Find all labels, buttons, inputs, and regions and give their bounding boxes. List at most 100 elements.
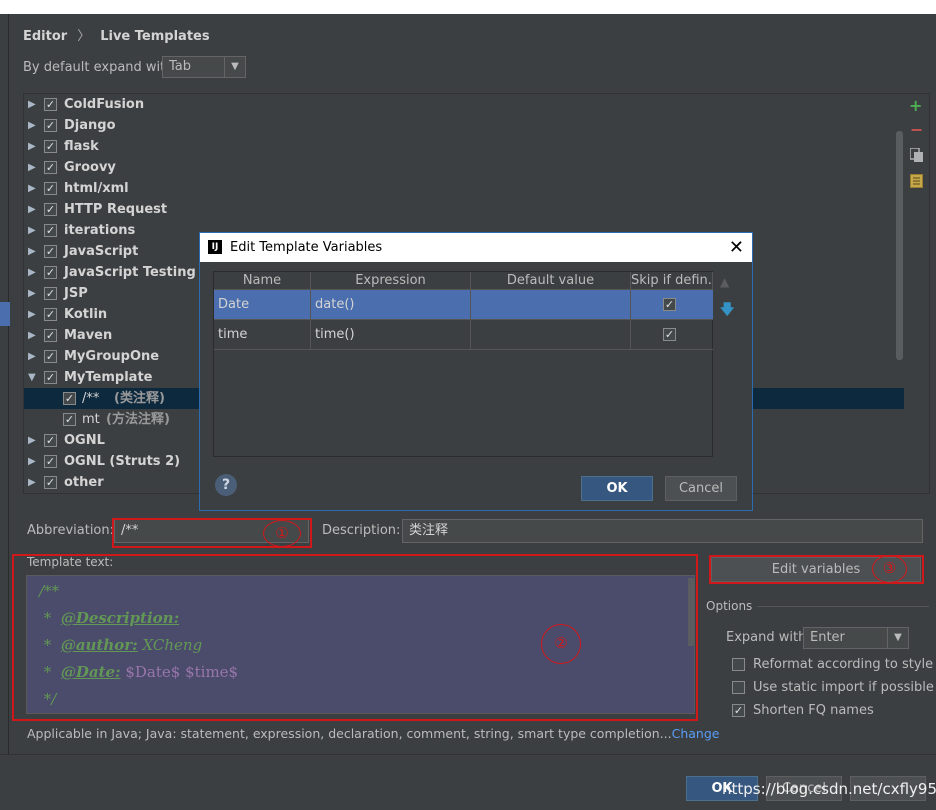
reformat-checkbox[interactable]	[732, 658, 745, 671]
expand-with-value: Tab	[169, 59, 192, 74]
template-checkbox[interactable]: ✓	[44, 266, 57, 279]
variable-row[interactable]: time time() ✓	[214, 320, 713, 350]
variable-expression-cell[interactable]: time()	[311, 320, 471, 349]
column-expression[interactable]: Expression	[311, 272, 471, 290]
skip-checkbox[interactable]: ✓	[663, 328, 676, 341]
breadcrumb-parent[interactable]: Editor	[23, 29, 67, 44]
expand-arrow-icon[interactable]: ▶	[28, 94, 36, 115]
template-checkbox[interactable]: ✓	[44, 329, 57, 342]
template-label: JSP	[64, 286, 88, 301]
template-label: Kotlin	[64, 307, 108, 322]
variable-skip-cell[interactable]: ✓	[631, 320, 713, 349]
variable-expression-cell[interactable]: date()	[311, 290, 471, 319]
variables-table: Name Expression Default value Skip if de…	[213, 271, 713, 457]
template-checkbox[interactable]: ✓	[44, 350, 57, 363]
template-checkbox[interactable]: ✓	[44, 119, 57, 132]
template-label: JavaScript	[64, 244, 139, 259]
static-import-checkbox[interactable]	[732, 681, 745, 694]
tree-scrollbar[interactable]	[896, 131, 903, 360]
description-input[interactable]: 类注释	[402, 519, 923, 543]
breadcrumb: Editor 〉 Live Templates	[23, 25, 210, 44]
breadcrumb-separator: 〉	[77, 29, 91, 44]
expand-arrow-icon[interactable]: ▶	[28, 346, 36, 367]
template-description: (类注释)	[114, 391, 165, 406]
options-divider	[757, 606, 929, 607]
options-expand-select[interactable]: Enter ▼	[803, 627, 909, 649]
abbreviation-label: Abbreviation:	[27, 523, 115, 538]
skip-checkbox[interactable]: ✓	[663, 298, 676, 311]
dialog-cancel-button[interactable]: Cancel	[665, 476, 737, 501]
template-checkbox[interactable]: ✓	[63, 413, 76, 426]
dialog-title-bar[interactable]: IJ Edit Template Variables ✕	[200, 233, 752, 262]
list-icon[interactable]	[910, 174, 923, 188]
change-link[interactable]: Change	[672, 726, 720, 741]
description-label: Description:	[322, 523, 401, 538]
expand-arrow-icon[interactable]: ▶	[28, 157, 36, 178]
expand-arrow-icon[interactable]: ▶	[28, 325, 36, 346]
column-default-value[interactable]: Default value	[471, 272, 631, 290]
copy-icon[interactable]	[909, 147, 924, 163]
variable-default-cell[interactable]	[471, 320, 631, 349]
variable-name-cell[interactable]: Date	[214, 290, 311, 319]
template-checkbox[interactable]: ✓	[44, 476, 57, 489]
template-checkbox[interactable]: ✓	[44, 161, 57, 174]
applicable-text: Applicable in Java; Java: statement, exp…	[27, 726, 672, 741]
expand-arrow-icon[interactable]: ▶	[28, 262, 36, 283]
expand-arrow-icon[interactable]: ▶	[28, 430, 36, 451]
template-label: MyTemplate	[64, 370, 153, 385]
move-down-icon[interactable]: 🡇	[720, 299, 734, 323]
template-group[interactable]: ▶ ✓ Django	[24, 115, 904, 136]
shorten-fq-checkbox[interactable]: ✓	[732, 704, 745, 717]
template-checkbox[interactable]: ✓	[44, 434, 57, 447]
template-checkbox[interactable]: ✓	[44, 308, 57, 321]
dialog-title: Edit Template Variables	[230, 240, 383, 255]
settings-left-selection[interactable]	[0, 302, 10, 326]
close-icon[interactable]: ✕	[729, 233, 744, 262]
template-checkbox[interactable]: ✓	[44, 98, 57, 111]
template-label: ColdFusion	[64, 97, 145, 112]
expand-with-select[interactable]: Tab ▼	[162, 56, 246, 78]
minus-icon[interactable]: −	[910, 120, 923, 139]
template-group[interactable]: ▶ ✓ ColdFusion	[24, 94, 904, 115]
variable-skip-cell[interactable]: ✓	[631, 290, 713, 319]
variable-name-cell[interactable]: time	[214, 320, 311, 349]
column-skip-if-defined[interactable]: Skip if defin...	[631, 272, 713, 290]
template-group[interactable]: ▶ ✓ html/xml	[24, 178, 904, 199]
expand-arrow-icon[interactable]: ▶	[28, 283, 36, 304]
dialog-ok-button[interactable]: OK	[581, 476, 653, 501]
template-checkbox[interactable]: ✓	[44, 245, 57, 258]
expand-arrow-icon[interactable]: ▶	[28, 241, 36, 262]
variable-row[interactable]: Date date() ✓	[214, 290, 713, 320]
expand-arrow-icon[interactable]: ▶	[28, 115, 36, 136]
template-label: JavaScript Testing	[64, 265, 196, 280]
template-checkbox[interactable]: ✓	[44, 455, 57, 468]
template-group[interactable]: ▶ ✓ HTTP Request	[24, 199, 904, 220]
template-checkbox[interactable]: ✓	[44, 287, 57, 300]
template-group[interactable]: ▶ ✓ Groovy	[24, 157, 904, 178]
dropdown-arrow-icon: ▼	[224, 57, 245, 77]
template-label: iterations	[64, 223, 136, 238]
template-group[interactable]: ▶ ✓ flask	[24, 136, 904, 157]
expand-arrow-icon[interactable]: ▶	[28, 472, 36, 493]
column-name[interactable]: Name	[214, 272, 311, 290]
template-checkbox[interactable]: ✓	[44, 371, 57, 384]
expand-arrow-icon[interactable]: ▶	[28, 304, 36, 325]
expand-arrow-icon[interactable]: ▶	[28, 136, 36, 157]
template-checkbox[interactable]: ✓	[44, 140, 57, 153]
variable-default-cell[interactable]	[471, 290, 631, 319]
expand-arrow-icon[interactable]: ▶	[28, 178, 36, 199]
template-checkbox[interactable]: ✓	[63, 392, 76, 405]
template-label: Groovy	[64, 160, 116, 175]
collapse-arrow-icon[interactable]: ▼	[28, 367, 36, 388]
expand-arrow-icon[interactable]: ▶	[28, 451, 36, 472]
template-label: Maven	[64, 328, 113, 343]
expand-arrow-icon[interactable]: ▶	[28, 199, 36, 220]
help-icon[interactable]: ?	[215, 474, 237, 496]
expand-arrow-icon[interactable]: ▶	[28, 220, 36, 241]
template-checkbox[interactable]: ✓	[44, 203, 57, 216]
template-checkbox[interactable]: ✓	[44, 182, 57, 195]
template-checkbox[interactable]: ✓	[44, 224, 57, 237]
shorten-fq-label: Shorten FQ names	[753, 703, 874, 718]
move-up-icon[interactable]: ▲	[720, 275, 729, 289]
plus-icon[interactable]: +	[909, 96, 922, 115]
